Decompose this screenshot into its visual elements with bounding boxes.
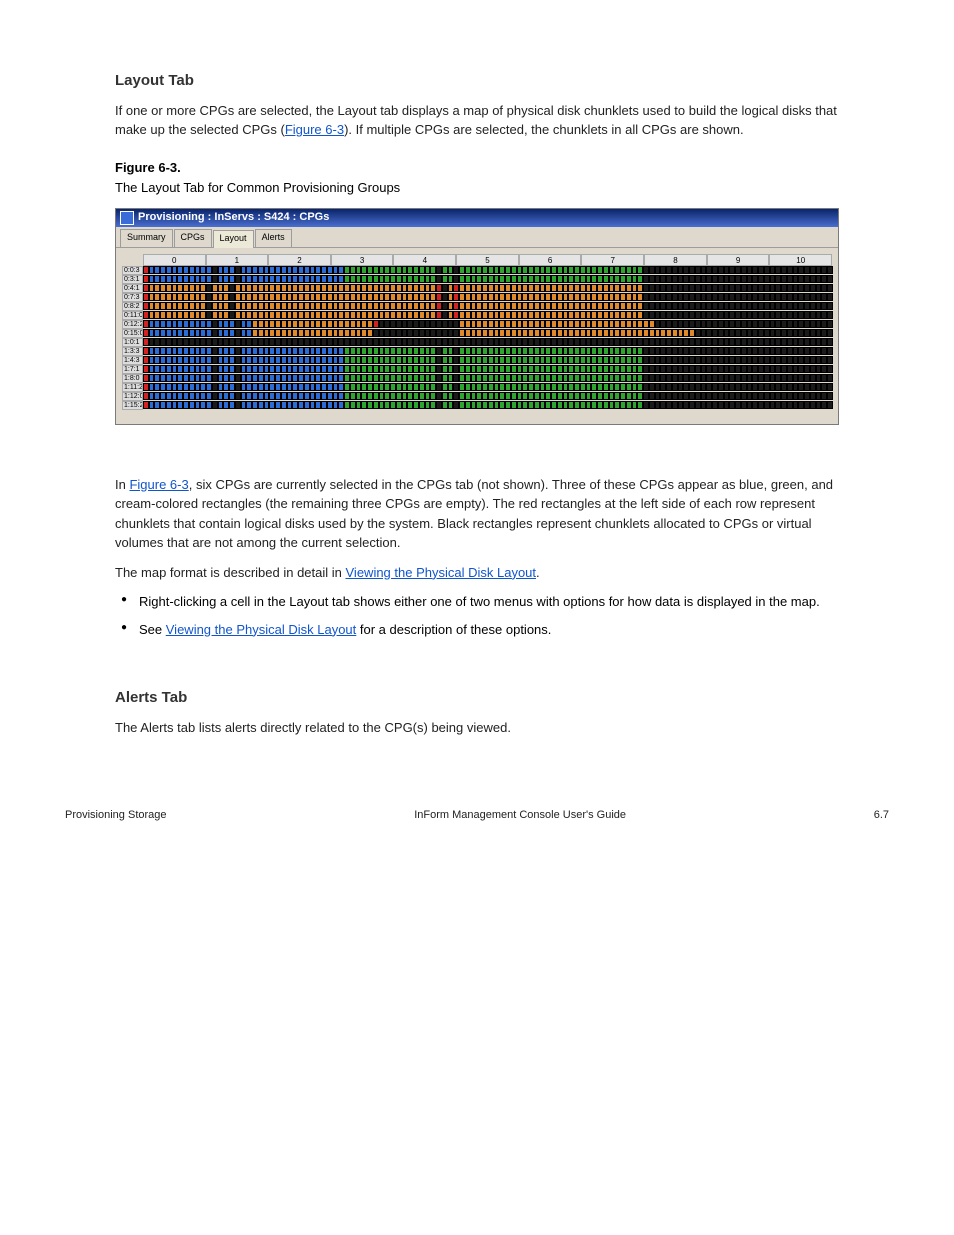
row-label: 1:11:2 [122, 383, 143, 392]
row-label: 1:3:3 [122, 347, 143, 356]
alerts-intro: The Alerts tab lists alerts directly rel… [115, 718, 839, 738]
col-header: 0 [143, 254, 206, 266]
app-window: Provisioning : InServs : S424 : CPGs Sum… [115, 208, 839, 425]
p2b: , six CPGs are currently selected in the… [115, 477, 833, 551]
row-label: 0:8:2 [122, 302, 143, 311]
row-label: 1:8:0 [122, 374, 143, 383]
xref-link-1[interactable]: Viewing the Physical Disk Layout [346, 565, 537, 580]
col-header: 4 [393, 254, 456, 266]
p1-b: ). If multiple CPGs are selected, the ch… [344, 122, 744, 137]
col-header: 1 [206, 254, 269, 266]
bullet-2: See Viewing the Physical Disk Layout for… [115, 620, 839, 640]
row-label: 0:0:3 [122, 266, 143, 275]
fig-link-2[interactable]: Figure 6-3 [129, 477, 188, 492]
b2a: See [139, 622, 166, 637]
alerts-tab-heading: Alerts Tab [115, 687, 954, 710]
row-label: 0:15:0 [122, 329, 143, 338]
column-headers: 012345678910 [122, 254, 832, 266]
col-header: 6 [519, 254, 582, 266]
row-label: 1:7:1 [122, 365, 143, 374]
footer-right: 6.7 [874, 807, 889, 824]
row-label: 1:4:3 [122, 356, 143, 365]
fig-link-1[interactable]: Figure 6-3 [285, 122, 344, 137]
bullet-1: Right-clicking a cell in the Layout tab … [115, 592, 839, 612]
row-label: 1:15:2 [122, 401, 143, 410]
window-title: Provisioning : InServs : S424 : CPGs [138, 209, 329, 226]
p2a: In [115, 477, 129, 492]
chunklet-grid: 0:0:30:3:10:4:10:7:30:8:20:11:00:12:20:1… [122, 266, 832, 410]
grid-area: 012345678910 0:0:30:3:10:4:10:7:30:8:20:… [116, 248, 838, 424]
xref-link-2[interactable]: Viewing the Physical Disk Layout [166, 622, 357, 637]
figure-caption: The Layout Tab for Common Provisioning G… [115, 178, 839, 198]
p2: In Figure 6-3, six CPGs are currently se… [115, 475, 839, 553]
col-header: 3 [331, 254, 394, 266]
row-label: 0:7:3 [122, 293, 143, 302]
p3: The map format is described in detail in… [115, 563, 839, 583]
row-label: 1:0:1 [122, 338, 143, 347]
tab-layout[interactable]: Layout [213, 230, 254, 248]
row-label: 0:4:1 [122, 284, 143, 293]
col-header: 9 [707, 254, 770, 266]
col-header: 2 [268, 254, 331, 266]
row-label: 1:12:0 [122, 392, 143, 401]
row-label: 0:3:1 [122, 275, 143, 284]
footer-mid: InForm Management Console User's Guide [414, 807, 626, 824]
col-header: 5 [456, 254, 519, 266]
b2b: for a description of these options. [356, 622, 551, 637]
col-header: 8 [644, 254, 707, 266]
tab-alerts[interactable]: Alerts [255, 229, 292, 247]
layout-tab-heading: Layout Tab [115, 70, 954, 93]
col-header: 7 [581, 254, 644, 266]
window-titlebar: Provisioning : InServs : S424 : CPGs [116, 209, 838, 227]
footer-left: Provisioning Storage [65, 807, 167, 824]
app-icon [120, 211, 134, 225]
col-header: 10 [769, 254, 832, 266]
p3b: . [536, 565, 540, 580]
tab-cpgs[interactable]: CPGs [174, 229, 212, 247]
tab-strip: SummaryCPGsLayoutAlerts [116, 227, 838, 248]
row-label: 0:12:2 [122, 320, 143, 329]
row-label: 0:11:0 [122, 311, 143, 320]
p3a: The map format is described in detail in [115, 565, 346, 580]
tab-summary[interactable]: Summary [120, 229, 173, 247]
layout-intro: If one or more CPGs are selected, the La… [115, 101, 839, 140]
figure-label: Figure 6-3. [115, 158, 839, 178]
